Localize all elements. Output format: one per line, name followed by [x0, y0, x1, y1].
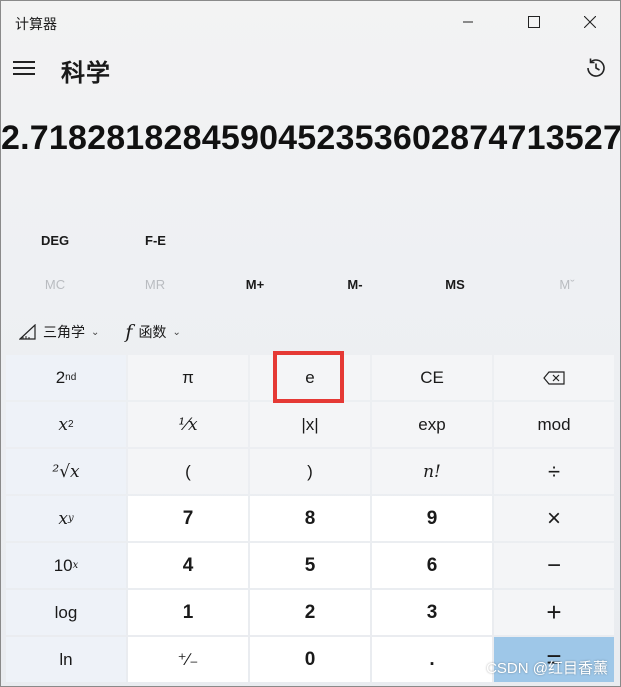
- minimize-icon: [463, 21, 473, 23]
- calculator-window: 计算器 科学 2.7182818284590452353602874713527…: [0, 0, 621, 687]
- functions-dropdown[interactable]: f 函数 ⌄: [125, 321, 180, 343]
- hamburger-menu-icon[interactable]: [13, 57, 41, 79]
- backspace-icon: [543, 370, 565, 385]
- functions-label: 函数: [138, 324, 167, 340]
- decimal-button[interactable]: .: [372, 637, 492, 682]
- digit-4-button[interactable]: 4: [128, 543, 248, 588]
- digit-7-button[interactable]: 7: [128, 496, 248, 541]
- digit-5-button[interactable]: 5: [250, 543, 370, 588]
- function-toolbar: 三角学 ⌄ f 函数 ⌄: [19, 321, 207, 343]
- second-function-button[interactable]: 2nd: [6, 355, 126, 400]
- title-bar: 计算器: [1, 1, 620, 43]
- maximize-icon: [528, 16, 540, 28]
- close-icon: [584, 16, 596, 28]
- result-display: 2.7182818284590452353602874713527: [1, 119, 621, 157]
- trigonometry-label: 三角学: [43, 324, 85, 340]
- memory-list-button[interactable]: Mˇ: [537, 277, 597, 292]
- mod-button[interactable]: mod: [494, 402, 614, 447]
- right-paren-button[interactable]: ): [250, 449, 370, 494]
- euler-e-button[interactable]: e: [250, 355, 370, 400]
- history-button[interactable]: [581, 53, 611, 83]
- fe-toggle-button[interactable]: F-E: [145, 233, 166, 248]
- memory-store-button[interactable]: MS: [425, 277, 485, 292]
- clear-entry-button[interactable]: CE: [372, 355, 492, 400]
- backspace-button[interactable]: [494, 355, 614, 400]
- digit-8-button[interactable]: 8: [250, 496, 370, 541]
- history-icon: [587, 58, 605, 77]
- factorial-button[interactable]: n!: [372, 449, 492, 494]
- digit-0-button[interactable]: 0: [250, 637, 370, 682]
- natural-log-button[interactable]: ln: [6, 637, 126, 682]
- chevron-down-icon: ⌄: [172, 326, 181, 338]
- digit-6-button[interactable]: 6: [372, 543, 492, 588]
- app-title: 计算器: [15, 16, 57, 32]
- italic-f-icon: f: [125, 321, 133, 343]
- divide-button[interactable]: ÷: [494, 449, 614, 494]
- angle-mode-button[interactable]: DEG: [41, 233, 69, 248]
- triangle-ruler-icon: [19, 324, 36, 340]
- memory-recall-button[interactable]: MR: [125, 277, 185, 292]
- memory-clear-button[interactable]: MC: [25, 277, 85, 292]
- ten-power-button[interactable]: 10 x: [6, 543, 126, 588]
- square-button[interactable]: x2: [6, 402, 126, 447]
- memory-add-button[interactable]: M+: [225, 277, 285, 292]
- absolute-value-button[interactable]: |x|: [250, 402, 370, 447]
- mode-title: 科学: [61, 60, 111, 87]
- memory-subtract-button[interactable]: M-: [325, 277, 385, 292]
- power-button[interactable]: xy: [6, 496, 126, 541]
- chevron-down-icon: ⌄: [91, 326, 100, 338]
- plus-button[interactable]: +: [494, 590, 614, 635]
- pi-button[interactable]: π: [128, 355, 248, 400]
- digit-9-button[interactable]: 9: [372, 496, 492, 541]
- digit-3-button[interactable]: 3: [372, 590, 492, 635]
- negate-button[interactable]: ⁺∕₋: [128, 637, 248, 682]
- trigonometry-dropdown[interactable]: 三角学 ⌄: [19, 322, 99, 342]
- minus-button[interactable]: −: [494, 543, 614, 588]
- watermark: CSDN @红目香薰: [486, 660, 608, 677]
- digit-2-button[interactable]: 2: [250, 590, 370, 635]
- log-button[interactable]: log: [6, 590, 126, 635]
- keypad: 2nd π e CE x2 ¹⁄x |x| exp mod ²√x ( ) n!…: [6, 355, 614, 682]
- square-root-button[interactable]: ²√x: [6, 449, 126, 494]
- close-button[interactable]: [567, 7, 613, 37]
- multiply-button[interactable]: ×: [494, 496, 614, 541]
- minimize-button[interactable]: [445, 7, 491, 37]
- maximize-button[interactable]: [511, 7, 557, 37]
- digit-1-button[interactable]: 1: [128, 590, 248, 635]
- left-paren-button[interactable]: (: [128, 449, 248, 494]
- exp-button[interactable]: exp: [372, 402, 492, 447]
- reciprocal-button[interactable]: ¹⁄x: [128, 402, 248, 447]
